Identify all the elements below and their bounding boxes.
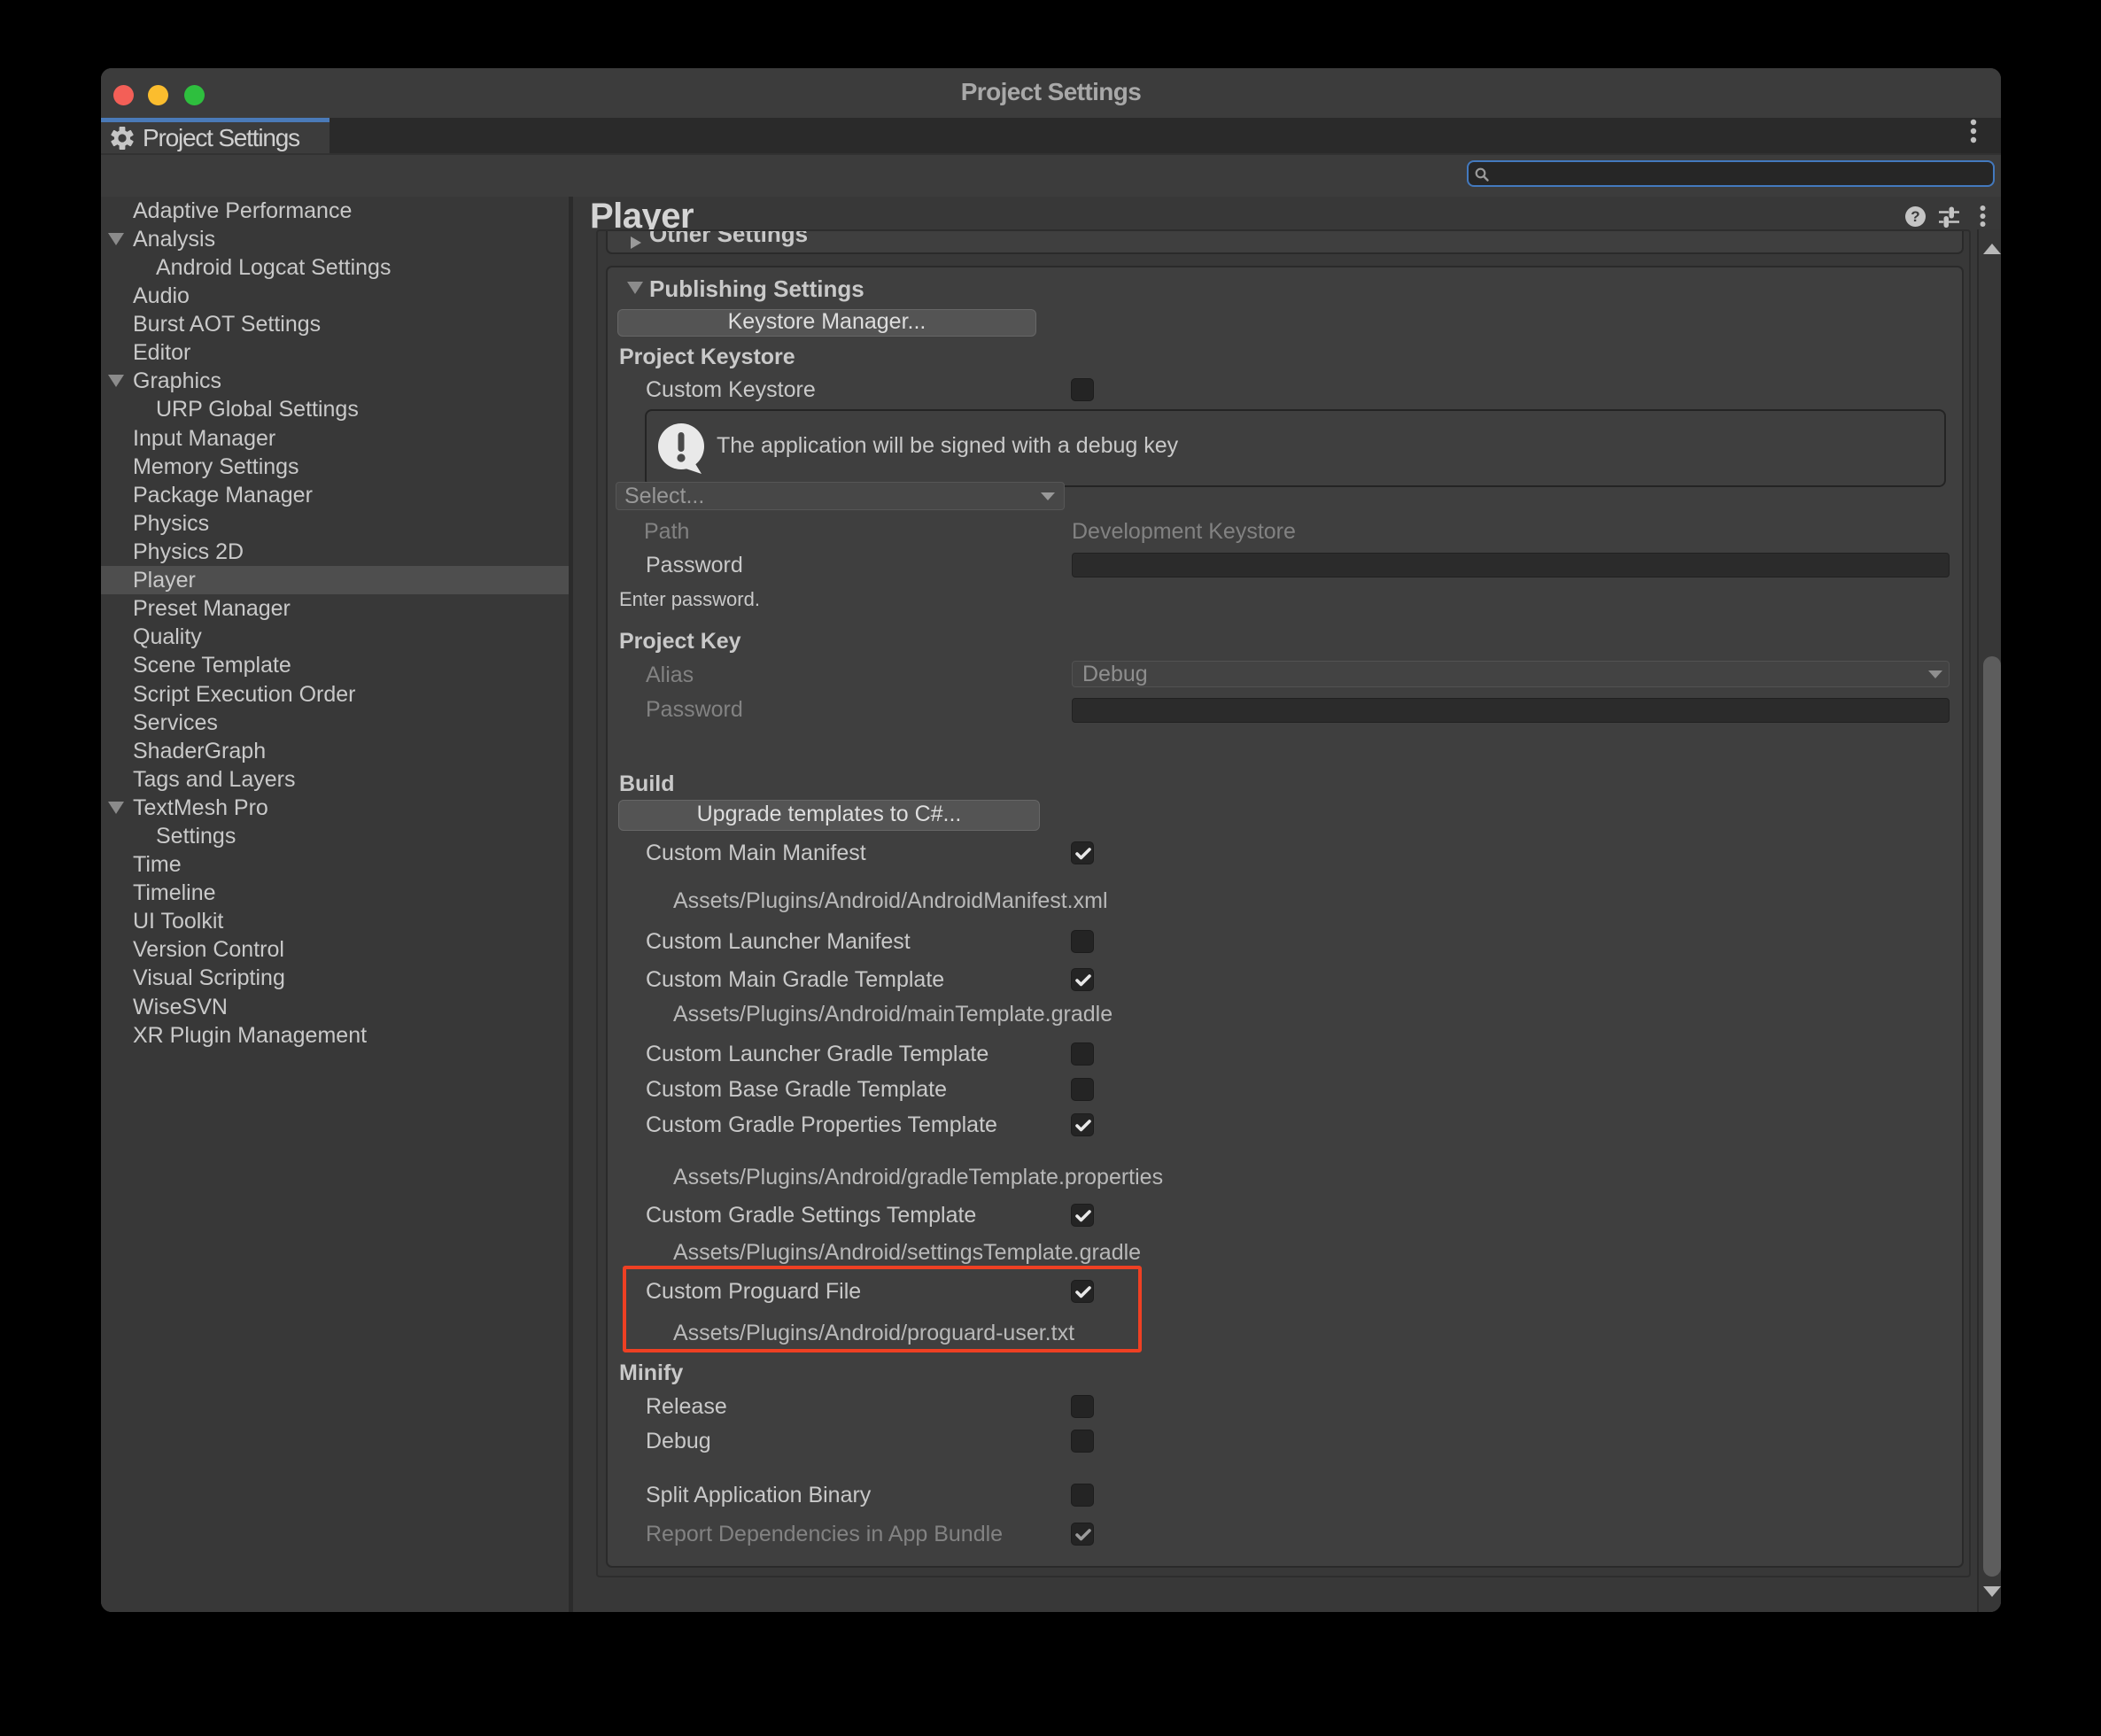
svg-text:?: ? xyxy=(1911,208,1919,225)
